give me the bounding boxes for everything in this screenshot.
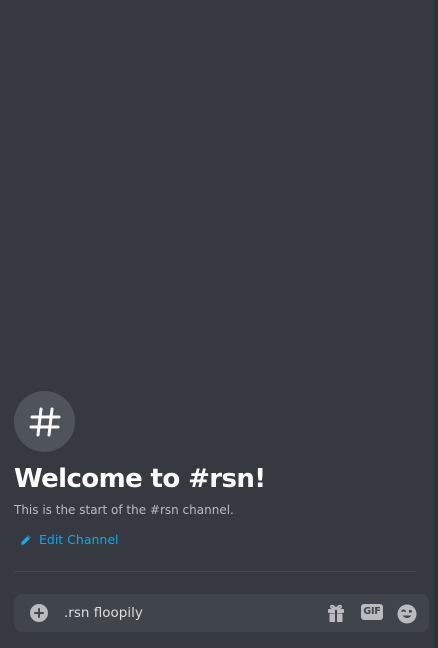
- pencil-icon: [20, 534, 32, 546]
- welcome-subtitle: This is the start of the #rsn channel.: [14, 503, 234, 517]
- gif-button[interactable]: GIF: [361, 604, 383, 620]
- edit-channel-label: Edit Channel: [39, 532, 119, 547]
- channel-avatar: [14, 391, 75, 452]
- scrollbar-track[interactable]: [434, 0, 438, 648]
- plus-circle-icon[interactable]: [30, 604, 48, 622]
- message-composer: GIF: [14, 594, 429, 632]
- message-input[interactable]: [64, 594, 304, 632]
- channel-welcome: Welcome to #rsn! This is the start of th…: [14, 391, 418, 548]
- welcome-title: Welcome to #rsn!: [14, 464, 266, 494]
- divider: [14, 571, 416, 572]
- gift-icon[interactable]: [327, 603, 345, 623]
- hash-icon: [27, 404, 63, 440]
- edit-channel-button[interactable]: Edit Channel: [20, 532, 119, 548]
- emoji-icon[interactable]: [397, 604, 417, 624]
